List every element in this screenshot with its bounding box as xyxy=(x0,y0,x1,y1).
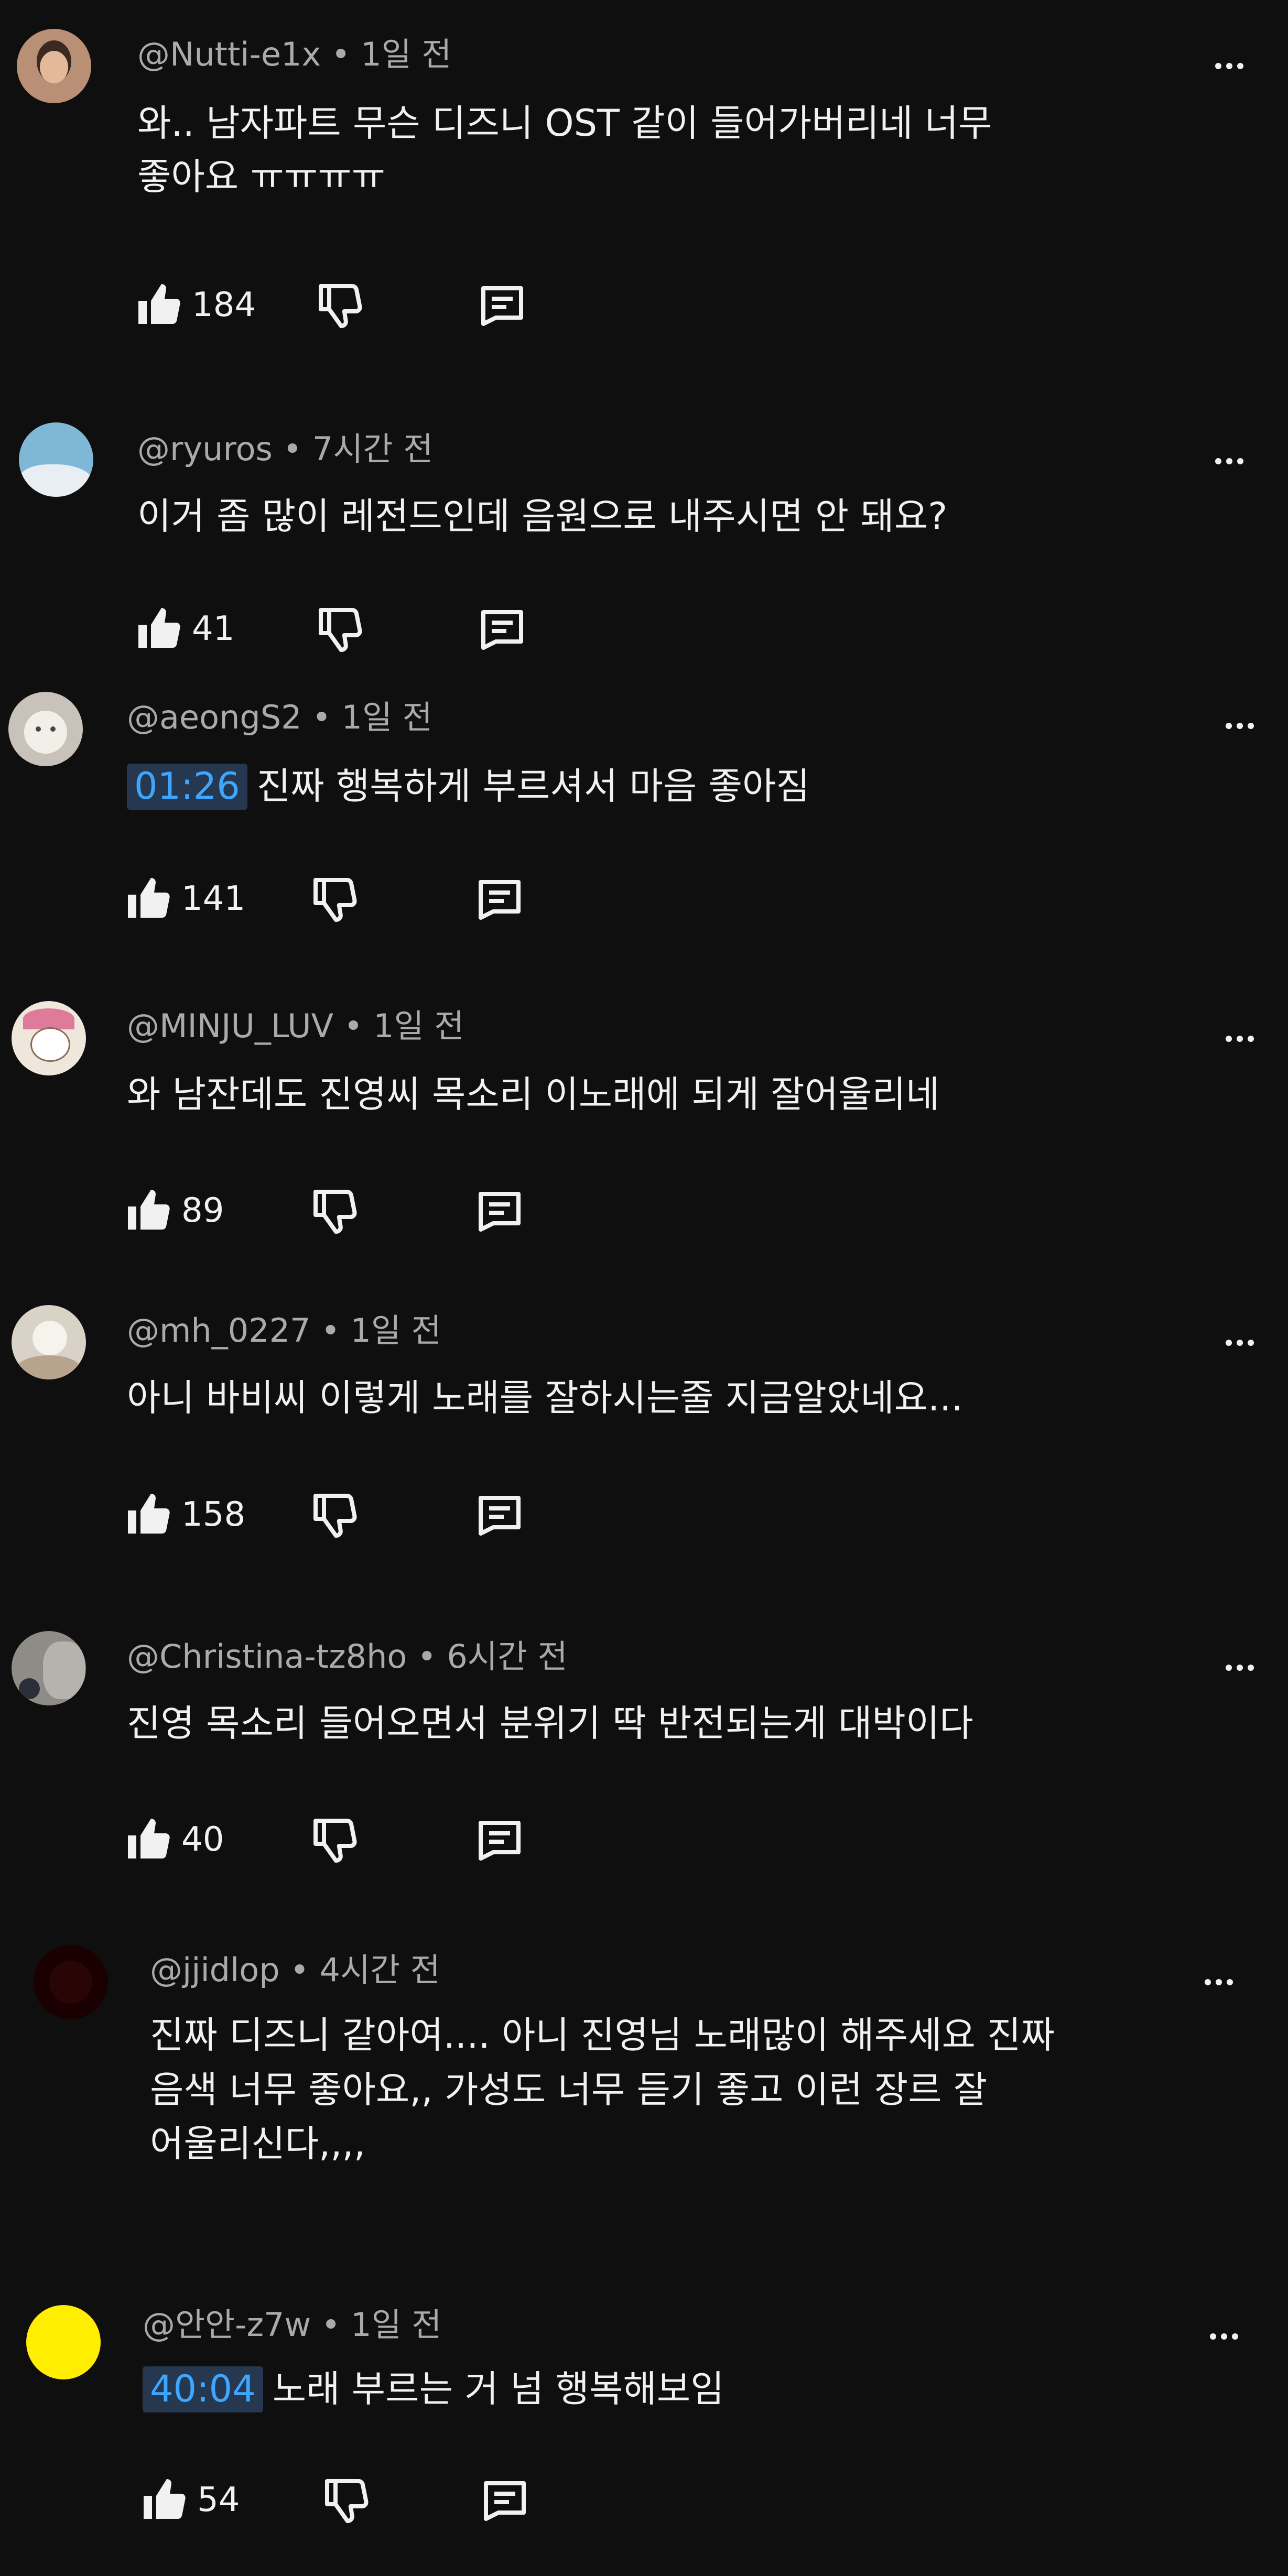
thumbs-down-icon xyxy=(313,1819,357,1863)
comment-time[interactable]: 6시간 전 xyxy=(447,1637,567,1676)
reply-button[interactable] xyxy=(474,1179,525,1242)
thumbs-up-icon xyxy=(128,1190,170,1230)
more-vert-icon[interactable] xyxy=(1219,705,1261,747)
like-button[interactable]: 141 xyxy=(124,867,245,930)
dislike-button[interactable] xyxy=(309,1179,360,1242)
comment-time[interactable]: 1일 전 xyxy=(351,2306,441,2344)
more-vert-icon[interactable] xyxy=(1219,1647,1261,1689)
like-count: 40 xyxy=(181,1820,224,1859)
comment-text: 아니 바비씨 이렇게 노래를 잘하시는줄 지금알았네요... xyxy=(127,1376,963,1419)
reply-icon xyxy=(479,1821,521,1861)
more-vert-icon[interactable] xyxy=(1208,45,1250,87)
reply-button[interactable] xyxy=(474,1808,525,1871)
author-handle[interactable]: @안안-z7w xyxy=(143,2306,311,2344)
reply-button[interactable] xyxy=(474,867,525,930)
reply-icon xyxy=(481,286,523,326)
like-button[interactable]: 40 xyxy=(124,1808,224,1871)
reply-icon xyxy=(484,2481,526,2521)
comment-time[interactable]: 1일 전 xyxy=(361,35,451,73)
dislike-button[interactable] xyxy=(315,597,365,660)
author-handle[interactable]: @Nutti-e1x xyxy=(137,35,321,73)
like-count: 184 xyxy=(192,286,256,324)
avatar[interactable] xyxy=(17,29,91,103)
comment-meta: @Christina-tz8ho • 6시간 전 xyxy=(127,1637,568,1676)
reply-icon xyxy=(481,610,523,650)
comment-meta: @MINJU_LUV • 1일 전 xyxy=(127,1007,464,1045)
comment-meta: @aeongS2 • 1일 전 xyxy=(127,698,432,736)
comment-meta: @Nutti-e1x • 1일 전 xyxy=(137,35,452,73)
dislike-button[interactable] xyxy=(309,1808,360,1871)
author-handle[interactable]: @MINJU_LUV xyxy=(127,1007,333,1045)
thumbs-up-icon xyxy=(128,878,170,918)
avatar[interactable] xyxy=(34,1945,108,2019)
comment-text: 진영 목소리 들어오면서 분위기 딱 반전되는게 대박이다 xyxy=(127,1702,973,1745)
avatar[interactable] xyxy=(12,1305,86,1379)
avatar[interactable] xyxy=(12,1001,86,1075)
comment-text: 이거 좀 많이 레전드인데 음원으로 내주시면 안 돼요? xyxy=(137,495,948,538)
avatar[interactable] xyxy=(8,692,83,766)
like-button[interactable]: 158 xyxy=(124,1483,245,1546)
thumbs-down-icon xyxy=(319,284,362,328)
reply-icon xyxy=(479,880,521,920)
thumbs-up-icon xyxy=(128,1494,170,1534)
comment-meta: @ryuros • 7시간 전 xyxy=(137,430,434,468)
avatar[interactable] xyxy=(12,1631,86,1705)
author-handle[interactable]: @Christina-tz8ho xyxy=(127,1637,407,1676)
reply-button[interactable] xyxy=(480,2469,530,2531)
like-button[interactable]: 54 xyxy=(139,2469,240,2531)
more-vert-icon[interactable] xyxy=(1219,1018,1261,1060)
dislike-button[interactable] xyxy=(321,2469,371,2531)
comment-meta: @mh_0227 • 1일 전 xyxy=(127,1311,441,1350)
more-vert-icon[interactable] xyxy=(1198,1961,1240,2003)
thumbs-up-icon xyxy=(138,608,180,648)
dislike-button[interactable] xyxy=(309,867,360,930)
comment-time[interactable]: 7시간 전 xyxy=(312,430,433,468)
more-vert-icon[interactable] xyxy=(1219,1322,1261,1364)
like-count: 54 xyxy=(197,2481,240,2519)
comment-text: 진짜 디즈니 같아여.... 아니 진영님 노래많이 해주세요 진짜 음색 너무… xyxy=(150,2014,1055,2166)
reply-icon xyxy=(479,1192,521,1232)
comment-time[interactable]: 1일 전 xyxy=(350,1311,441,1350)
thumbs-up-icon xyxy=(138,284,180,324)
thumbs-down-icon xyxy=(319,608,362,652)
like-button[interactable]: 41 xyxy=(134,597,234,660)
like-button[interactable]: 184 xyxy=(134,274,256,336)
author-handle[interactable]: @jjidlop xyxy=(150,1951,280,1989)
timestamp-link[interactable]: 01:26 xyxy=(127,764,247,810)
comment-meta: @jjidlop • 4시간 전 xyxy=(150,1951,440,1989)
comment-meta: @안안-z7w • 1일 전 xyxy=(143,2306,442,2344)
dislike-button[interactable] xyxy=(309,1483,360,1546)
thumbs-up-icon xyxy=(128,1819,170,1858)
author-handle[interactable]: @ryuros xyxy=(137,430,273,468)
author-handle[interactable]: @mh_0227 xyxy=(127,1311,310,1350)
comment-text: 와 남잔데도 진영씨 목소리 이노래에 되게 잘어울리네 xyxy=(127,1073,940,1116)
more-vert-icon[interactable] xyxy=(1203,2316,1245,2357)
thumbs-down-icon xyxy=(313,878,357,922)
like-count: 158 xyxy=(181,1495,246,1534)
thumbs-down-icon xyxy=(325,2479,369,2523)
thumbs-up-icon xyxy=(144,2479,186,2519)
thumbs-down-icon xyxy=(313,1494,357,1538)
reply-button[interactable] xyxy=(477,597,527,660)
reply-button[interactable] xyxy=(474,1483,525,1546)
comment-time[interactable]: 1일 전 xyxy=(342,698,432,736)
reply-icon xyxy=(479,1496,521,1536)
thumbs-down-icon xyxy=(313,1190,357,1234)
like-count: 141 xyxy=(181,879,246,918)
avatar[interactable] xyxy=(19,422,93,497)
comment-text: 와.. 남자파트 무슨 디즈니 OST 같이 들어가버리네 너무 좋아요 ㅠㅠㅠ… xyxy=(137,102,992,198)
author-handle[interactable]: @aeongS2 xyxy=(127,698,302,736)
dislike-button[interactable] xyxy=(315,274,365,336)
comment-text: 40:04 노래 부르는 거 넘 행복해보임 xyxy=(143,2363,724,2416)
like-button[interactable]: 89 xyxy=(124,1179,224,1242)
more-vert-icon[interactable] xyxy=(1208,440,1250,482)
timestamp-link[interactable]: 40:04 xyxy=(143,2366,263,2412)
comment-text: 01:26 진짜 행복하게 부르셔서 마음 좋아짐 xyxy=(127,760,810,813)
like-count: 89 xyxy=(181,1191,224,1230)
comment-time[interactable]: 4시간 전 xyxy=(320,1951,440,1989)
comment-time[interactable]: 1일 전 xyxy=(373,1007,464,1045)
reply-button[interactable] xyxy=(477,274,527,336)
like-count: 41 xyxy=(192,610,235,648)
avatar[interactable] xyxy=(26,2305,101,2379)
